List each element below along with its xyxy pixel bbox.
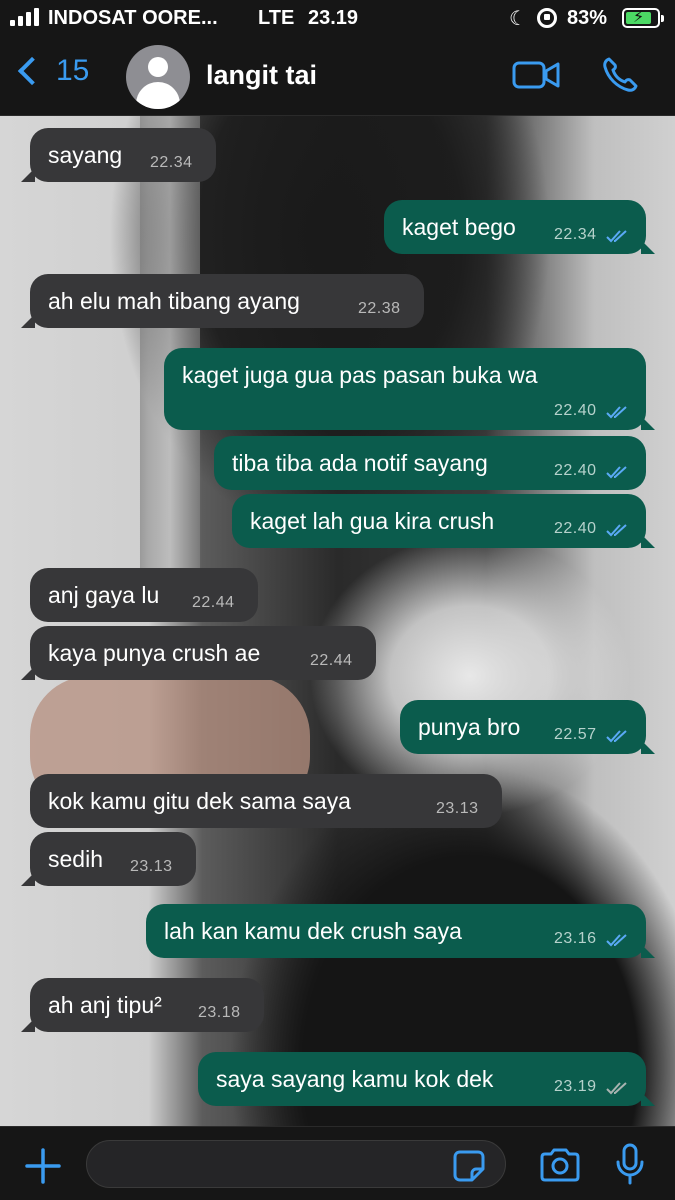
status-clock: 23.19 [308, 7, 359, 29]
read-receipt-icon [606, 934, 627, 947]
message-bubble-outgoing[interactable]: punya bro 22.57 [400, 700, 655, 754]
microphone-icon[interactable] [614, 1142, 646, 1186]
phone-call-icon[interactable] [601, 56, 639, 94]
message-time: 22.44 [310, 652, 353, 669]
contact-avatar[interactable] [126, 45, 190, 109]
message-time: 22.57 [554, 726, 597, 743]
message-time: 23.13 [436, 800, 479, 817]
unread-count: 15 [56, 54, 90, 87]
message-bubble-incoming[interactable]: ah anj tipu² 23.18 [21, 978, 264, 1032]
message-bubble-outgoing[interactable]: kaget bego 22.34 [384, 200, 655, 254]
message-bubble-incoming[interactable]: kaya punya crush ae 22.44 [21, 626, 376, 680]
message-time: 22.40 [554, 462, 597, 479]
video-call-icon[interactable] [512, 60, 560, 90]
message-time: 23.18 [198, 1004, 241, 1021]
do-not-disturb-moon-icon: ☾ [509, 8, 527, 30]
message-time: 23.19 [554, 1078, 597, 1095]
read-receipt-icon [606, 406, 627, 419]
rotation-lock-icon [537, 8, 557, 28]
message-text: kaget bego [402, 214, 516, 240]
message-bubble-outgoing[interactable]: saya sayang kamu kok dek 23.19 [198, 1052, 655, 1106]
chevron-left-icon [17, 56, 47, 86]
message-time: 22.40 [554, 402, 597, 419]
read-receipt-icon [606, 730, 627, 743]
message-bubble-incoming[interactable]: sedih 23.13 [21, 832, 196, 886]
message-text: saya sayang kamu kok dek [216, 1066, 494, 1092]
status-bar: INDOSAT OORE... LTE 23.19 ☾ 83% ⚡ [0, 0, 675, 38]
message-text: kok kamu gitu dek sama saya [48, 788, 351, 814]
back-button[interactable]: 15 [14, 54, 89, 88]
message-text: anj gaya lu [48, 582, 160, 608]
message-time: 22.34 [554, 226, 597, 243]
message-time: 22.44 [192, 594, 235, 611]
message-bubble-incoming[interactable]: sayang 22.34 [21, 128, 216, 182]
read-receipt-icon [606, 230, 627, 243]
message-text: ah elu mah tibang ayang [48, 288, 300, 314]
carrier-name: INDOSAT OORE... [48, 7, 218, 29]
message-text: kaget juga gua pas pasan buka wa [182, 362, 538, 388]
message-bubble-outgoing[interactable]: kaget lah gua kira crush 22.40 [232, 494, 655, 548]
message-text: kaget lah gua kira crush [250, 508, 495, 534]
message-time: 23.16 [554, 930, 597, 947]
contact-name[interactable]: langit tai [206, 60, 317, 91]
chat-header: 15 langit tai [0, 38, 675, 116]
message-text: punya bro [418, 714, 521, 740]
message-text: sedih [48, 846, 103, 872]
message-bubble-incoming[interactable]: ah elu mah tibang ayang 22.38 [21, 274, 424, 328]
read-receipt-icon [606, 466, 627, 479]
battery-percentage: 83% [567, 7, 608, 29]
message-text: lah kan kamu dek crush saya [164, 918, 462, 944]
chat-area[interactable]: sayang 22.34 kaget bego 22.34 ah elu mah… [0, 116, 675, 1126]
message-bubble-outgoing[interactable]: tiba tiba ada notif sayang 22.40 [214, 436, 646, 490]
message-time: 23.13 [130, 858, 173, 875]
signal-strength-icon [10, 8, 39, 26]
message-input-bar [0, 1126, 675, 1200]
message-text: kaya punya crush ae [48, 640, 261, 666]
battery-icon: ⚡ [622, 8, 664, 28]
message-bubble-incoming[interactable]: anj gaya lu 22.44 [30, 568, 258, 622]
charging-bolt-icon: ⚡ [633, 9, 645, 26]
read-receipt-icon [606, 524, 627, 537]
message-text: tiba tiba ada notif sayang [232, 450, 488, 476]
message-time: 22.34 [150, 154, 193, 171]
network-type: LTE [258, 7, 295, 29]
delivered-receipt-icon [606, 1082, 627, 1095]
camera-icon[interactable] [538, 1147, 582, 1183]
message-bubble-outgoing[interactable]: kaget juga gua pas pasan buka wa 22.40 [164, 348, 655, 430]
message-text: ah anj tipu² [48, 992, 162, 1018]
sticker-icon[interactable] [452, 1149, 486, 1183]
message-bubble-incoming[interactable]: kok kamu gitu dek sama saya 23.13 [30, 774, 502, 828]
message-bubble-outgoing[interactable]: lah kan kamu dek crush saya 23.16 [146, 904, 655, 958]
plus-icon[interactable] [24, 1147, 62, 1185]
message-time: 22.40 [554, 520, 597, 537]
message-time: 22.38 [358, 300, 401, 317]
message-text: sayang [48, 142, 123, 168]
message-input[interactable] [86, 1140, 506, 1188]
